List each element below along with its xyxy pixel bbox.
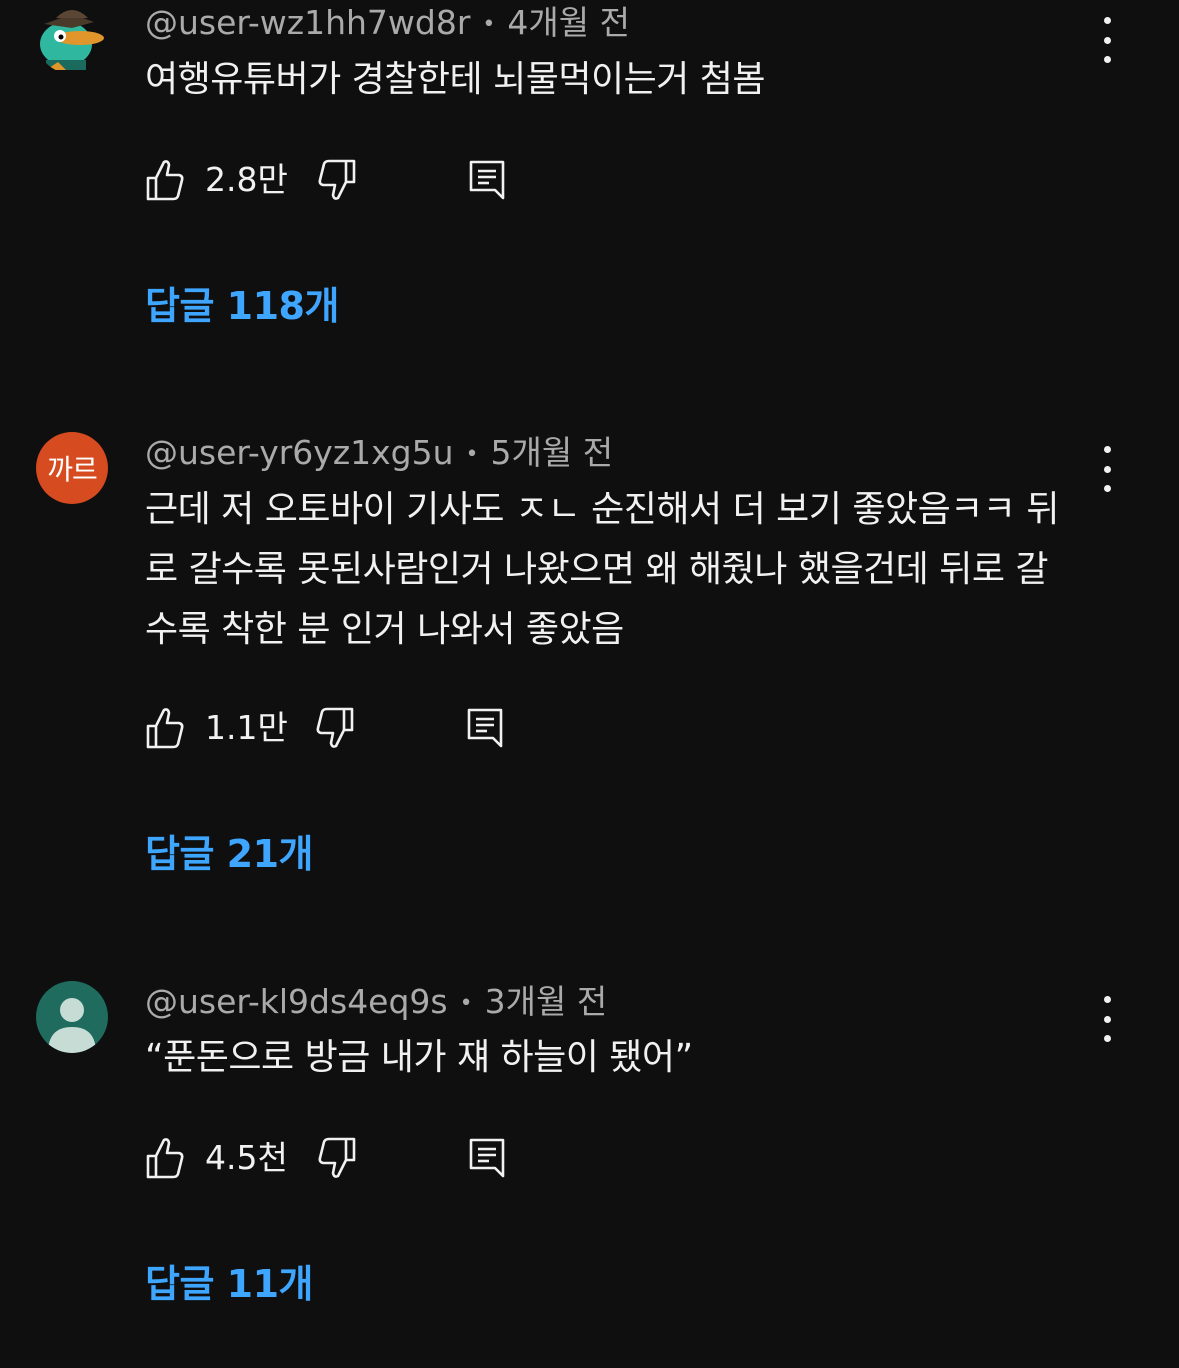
- default-user-icon: [48, 998, 96, 1053]
- thumbs-up-icon[interactable]: [145, 706, 185, 750]
- thumbs-down-icon[interactable]: [315, 706, 355, 750]
- comment-text: “푼돈으로 방금 내가 쟤 하늘이 됐어”: [145, 1037, 693, 1078]
- thumbs-down-icon[interactable]: [317, 158, 357, 202]
- comment-actions: 2.8만: [145, 158, 545, 206]
- avatar[interactable]: [36, 2, 108, 74]
- platypus-avatar-icon: [36, 2, 108, 74]
- reply-comment-icon[interactable]: [467, 158, 507, 202]
- more-vertical-icon[interactable]: [1092, 444, 1122, 494]
- author-name[interactable]: @user-wz1hh7wd8r: [145, 3, 470, 42]
- comment-actions: 4.5천: [145, 1136, 545, 1184]
- comment-time: 4개월 전: [507, 3, 630, 42]
- comment-text: 근데 저 오토바이 기사도 ㅈㄴ 순진해서 더 보기 좋았음ㅋㅋ 뒤로 갈수록 …: [145, 489, 1060, 650]
- like-count: 1.1만: [205, 708, 288, 747]
- avatar[interactable]: 까르: [36, 432, 108, 504]
- thumbs-down-icon[interactable]: [317, 1136, 357, 1180]
- thumbs-up-icon[interactable]: [145, 158, 185, 202]
- like-count: 4.5천: [205, 1138, 288, 1177]
- thumbs-up-icon[interactable]: [145, 1136, 185, 1180]
- separator-dot: •: [482, 11, 496, 37]
- like-count: 2.8만: [205, 160, 288, 199]
- comment-actions: 1.1만: [145, 706, 545, 754]
- comment-time: 5개월 전: [490, 433, 614, 472]
- author-name[interactable]: @user-yr6yz1xg5u: [145, 433, 454, 472]
- comment-meta: @user-wz1hh7wd8r • 4개월 전: [145, 3, 630, 45]
- comment-text: 여행유튜버가 경찰한테 뇌물먹이는거 첨봄: [145, 59, 766, 100]
- reply-comment-icon[interactable]: [465, 706, 505, 750]
- avatar[interactable]: [36, 981, 108, 1053]
- replies-button[interactable]: 답글 11개: [145, 1260, 314, 1308]
- more-vertical-icon[interactable]: [1092, 994, 1122, 1044]
- replies-button[interactable]: 답글 118개: [145, 282, 339, 330]
- author-name[interactable]: @user-kl9ds4eq9s: [145, 982, 448, 1021]
- replies-button[interactable]: 답글 21개: [145, 830, 314, 878]
- comment-meta: @user-yr6yz1xg5u • 5개월 전: [145, 433, 613, 475]
- separator-dot: •: [465, 441, 479, 467]
- comment-time: 3개월 전: [484, 982, 608, 1021]
- more-vertical-icon[interactable]: [1092, 15, 1122, 65]
- reply-comment-icon[interactable]: [467, 1136, 507, 1180]
- separator-dot: •: [459, 990, 473, 1016]
- comment-meta: @user-kl9ds4eq9s • 3개월 전: [145, 982, 607, 1024]
